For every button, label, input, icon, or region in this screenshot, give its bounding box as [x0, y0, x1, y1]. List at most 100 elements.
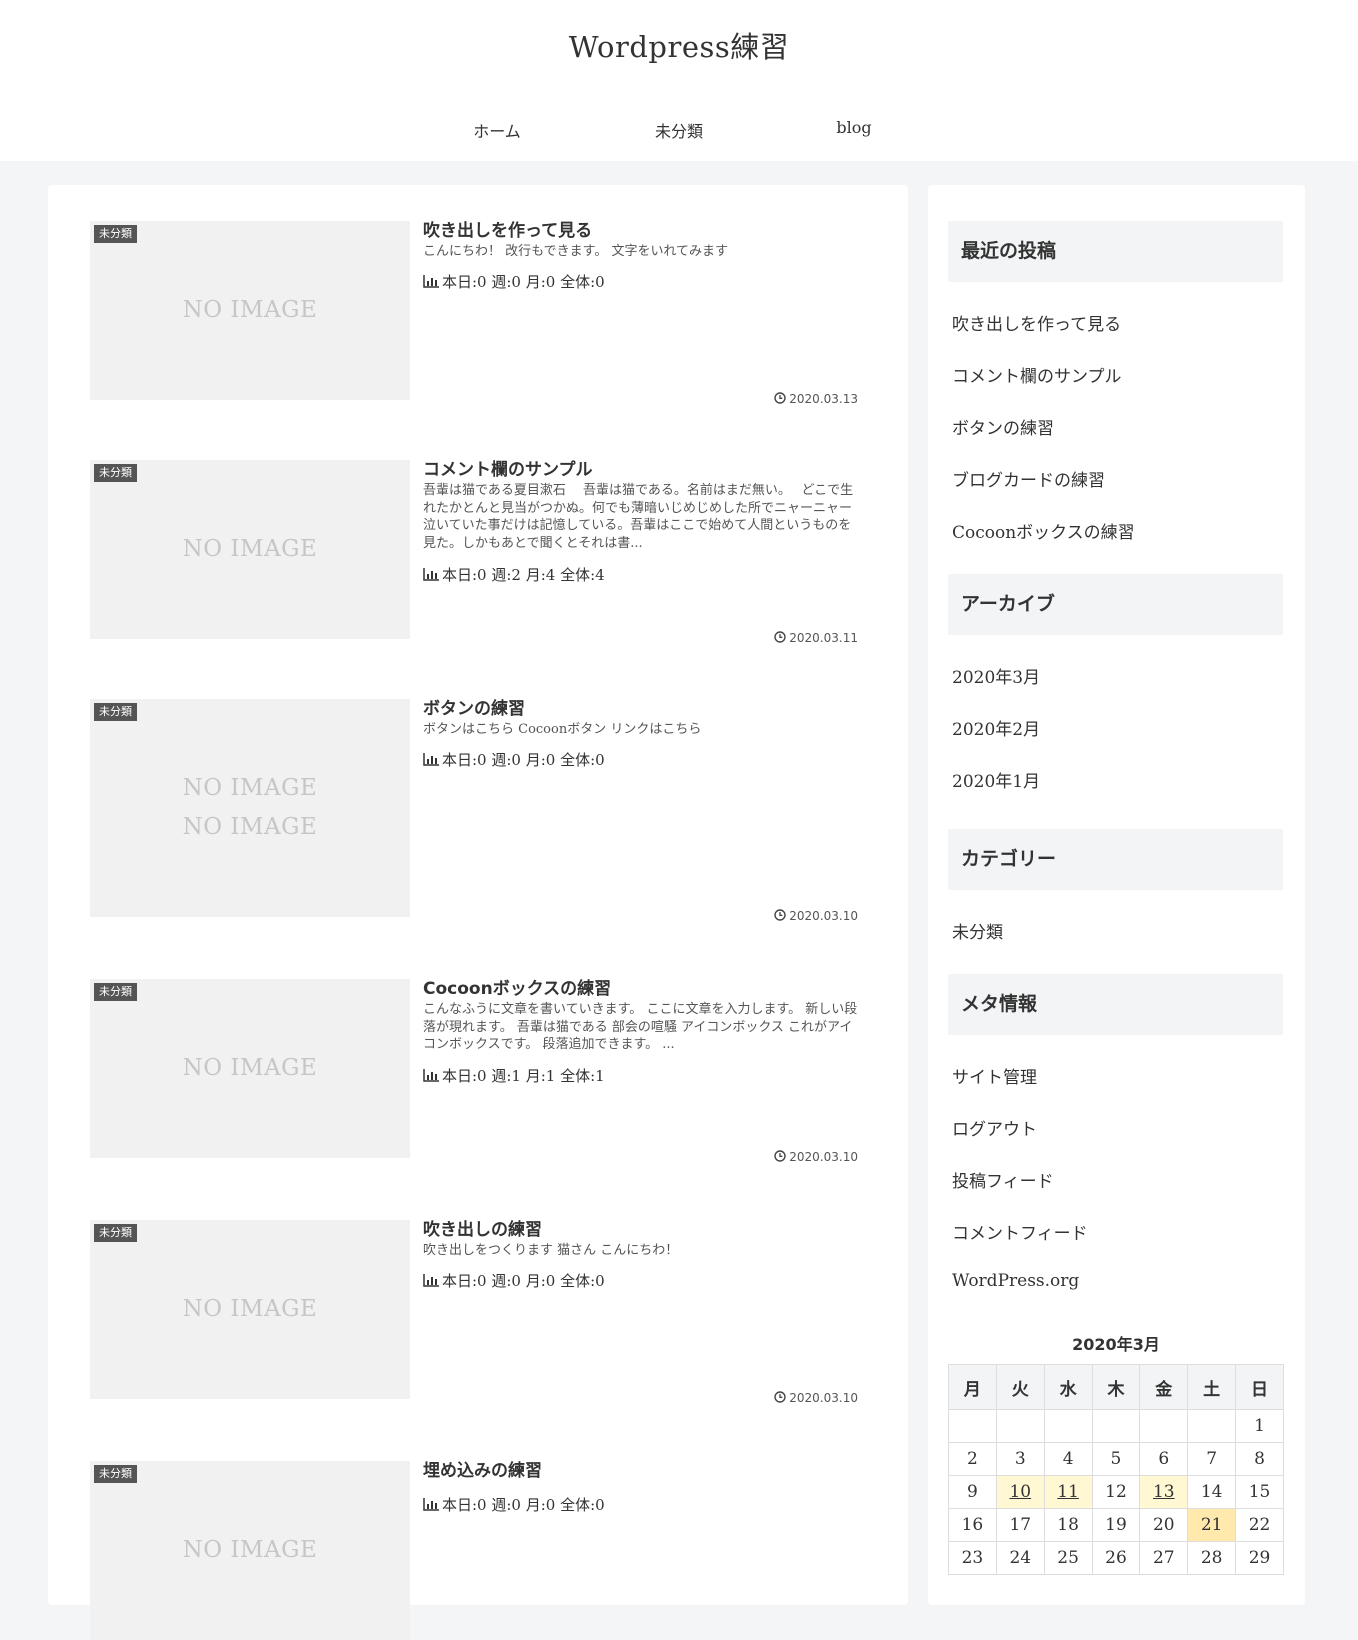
calendar-day[interactable]: 10	[995, 1475, 1045, 1509]
calendar-empty-cell	[1091, 1409, 1141, 1443]
post-thumbnail[interactable]: NO IMAGE 未分類	[90, 221, 410, 400]
post-views-text: 本日:0 週:0 月:0 全体:0	[442, 1496, 605, 1514]
nav-item-uncategorized[interactable]: 未分類	[591, 118, 767, 142]
post-date-text: 2020.03.10	[789, 909, 858, 923]
meta-link-site-admin[interactable]: サイト管理	[952, 1063, 1282, 1088]
no-image-text: NO IMAGE	[182, 1296, 318, 1322]
category-badge: 未分類	[94, 1224, 137, 1242]
post-views: 本日:0 週:2 月:4 全体:4	[423, 564, 863, 585]
recent-post-link[interactable]: ボタンの練習	[952, 414, 1282, 439]
post-date: 2020.03.10	[774, 1391, 858, 1405]
no-image-text: NO IMAGE	[182, 536, 318, 562]
post-card[interactable]: NO IMAGE 未分類 コメント欄のサンプル 吾輩は猫である夏目漱石 吾輩は猫…	[90, 460, 864, 656]
widget-title-categories: カテゴリー	[948, 829, 1283, 890]
post-views-text: 本日:0 週:0 月:0 全体:0	[442, 751, 605, 769]
post-date: 2020.03.13	[774, 392, 858, 406]
post-card[interactable]: NO IMAGE 未分類 埋め込みの練習 本日:0 週:0 月:0 全体:0	[90, 1461, 864, 1640]
post-thumbnail[interactable]: NO IMAGE 未分類	[90, 1461, 410, 1640]
post-date: 2020.03.10	[774, 1150, 858, 1164]
nav-item-home[interactable]: ホーム	[409, 118, 585, 142]
post-views: 本日:0 週:0 月:0 全体:0	[423, 1270, 863, 1291]
meta-link-wordpress-org[interactable]: WordPress.org	[952, 1271, 1282, 1291]
post-views-text: 本日:0 週:2 月:4 全体:4	[442, 566, 605, 584]
clock-icon	[774, 909, 786, 921]
post-card[interactable]: NO IMAGE 未分類 吹き出しの練習 吹き出しをつくります 猫さん こんにち…	[90, 1220, 864, 1416]
site-title[interactable]: Wordpress練習	[0, 24, 1358, 66]
post-title[interactable]: 吹き出しを作って見る	[423, 216, 863, 241]
calendar-day: 28	[1187, 1541, 1237, 1575]
category-link[interactable]: 未分類	[952, 918, 1282, 943]
calendar-day[interactable]: 13	[1139, 1475, 1189, 1509]
recent-post-link[interactable]: 吹き出しを作って見る	[952, 310, 1282, 335]
calendar-day: 19	[1091, 1508, 1141, 1542]
post-thumbnail[interactable]: NO IMAGE 未分類	[90, 460, 410, 639]
post-title[interactable]: 埋め込みの練習	[423, 1456, 863, 1481]
calendar-day: 25	[1043, 1541, 1093, 1575]
recent-post-link[interactable]: コメント欄のサンプル	[952, 362, 1282, 387]
post-title[interactable]: Cocoonボックスの練習	[423, 974, 863, 999]
calendar-week: 16 17 18 19 20 21 22	[948, 1508, 1284, 1542]
category-badge: 未分類	[94, 1465, 137, 1483]
calendar-weekday: 木	[1091, 1364, 1141, 1410]
recent-post-link[interactable]: Cocoonボックスの練習	[952, 518, 1282, 543]
calendar-day: 24	[995, 1541, 1045, 1575]
post-card[interactable]: NO IMAGE 未分類 吹き出しを作って見る こんにちわ！ 改行もできます。 …	[90, 221, 864, 417]
meta-link-comments-feed[interactable]: コメントフィード	[952, 1219, 1282, 1244]
post-views-text: 本日:0 週:1 月:1 全体:1	[442, 1067, 605, 1085]
category-badge: 未分類	[94, 703, 137, 721]
category-badge: 未分類	[94, 983, 137, 1001]
calendar-day: 9	[948, 1475, 997, 1509]
meta-link-logout[interactable]: ログアウト	[952, 1115, 1282, 1140]
calendar-day: 21	[1187, 1508, 1237, 1542]
no-image-text: NO IMAGE	[182, 1055, 318, 1081]
post-snippet: 吾輩は猫である夏目漱石 吾輩は猫である。名前はまだ無い。 どこで生れたかとんと見…	[423, 483, 854, 551]
post-thumbnail[interactable]: NO IMAGE 未分類	[90, 1220, 410, 1399]
calendar-day: 22	[1235, 1508, 1284, 1542]
post-date-text: 2020.03.11	[789, 631, 858, 645]
post-date-text: 2020.03.13	[789, 392, 858, 406]
post-snippet: 吹き出しをつくります 猫さん こんにちわ！	[423, 1243, 679, 1258]
nav-item-blog[interactable]: blog	[766, 118, 942, 137]
calendar-week: 2345678	[948, 1442, 1284, 1476]
post-card[interactable]: NO IMAGE 未分類 Cocoonボックスの練習 こんなふうに文章を書いてい…	[90, 979, 864, 1175]
no-image-text: NO IMAGE	[182, 297, 318, 323]
post-list: NO IMAGE 未分類 吹き出しを作って見る こんにちわ！ 改行もできます。 …	[48, 185, 908, 1640]
post-card[interactable]: NO IMAGE NO IMAGE 未分類 ボタンの練習 ボタンはこちら Coc…	[90, 699, 864, 934]
post-thumbnail[interactable]: NO IMAGE NO IMAGE 未分類	[90, 699, 410, 917]
calendar-day: 2	[948, 1442, 997, 1476]
widget-title-archives: アーカイブ	[948, 574, 1283, 635]
calendar-week: 9 10 11 12 13 14 15	[948, 1475, 1284, 1509]
calendar-day: 3	[995, 1442, 1045, 1476]
archive-link[interactable]: 2020年1月	[952, 767, 1282, 792]
calendar-day[interactable]: 11	[1043, 1475, 1093, 1509]
bar-chart-icon	[423, 1069, 439, 1082]
archive-link[interactable]: 2020年3月	[952, 663, 1282, 688]
calendar-empty-cell	[1043, 1409, 1093, 1443]
post-date: 2020.03.11	[774, 631, 858, 645]
clock-icon	[774, 631, 786, 643]
recent-post-link[interactable]: ブログカードの練習	[952, 466, 1282, 491]
post-thumbnail[interactable]: NO IMAGE 未分類	[90, 979, 410, 1158]
calendar-weekday: 火	[995, 1364, 1045, 1410]
post-title[interactable]: 吹き出しの練習	[423, 1215, 863, 1240]
calendar-day: 26	[1091, 1541, 1141, 1575]
post-views: 本日:0 週:0 月:0 全体:0	[423, 1494, 863, 1515]
calendar-empty-cell	[1187, 1409, 1237, 1443]
bar-chart-icon	[423, 1274, 439, 1287]
post-date-text: 2020.03.10	[789, 1150, 858, 1164]
calendar-empty-cell	[995, 1409, 1045, 1443]
clock-icon	[774, 1150, 786, 1162]
archive-link[interactable]: 2020年2月	[952, 715, 1282, 740]
bar-chart-icon	[423, 568, 439, 581]
calendar-caption: 2020年3月	[1072, 1335, 1160, 1354]
post-date: 2020.03.10	[774, 909, 858, 923]
global-nav: ホーム 未分類 blog	[0, 118, 1358, 146]
site-header: Wordpress練習 ホーム 未分類 blog	[0, 0, 1358, 161]
calendar-day: 14	[1187, 1475, 1237, 1509]
category-badge: 未分類	[94, 464, 137, 482]
post-title[interactable]: コメント欄のサンプル	[423, 455, 863, 480]
meta-link-posts-feed[interactable]: 投稿フィード	[952, 1167, 1282, 1192]
calendar-day: 17	[995, 1508, 1045, 1542]
calendar-day: 4	[1043, 1442, 1093, 1476]
post-title[interactable]: ボタンの練習	[423, 694, 863, 719]
